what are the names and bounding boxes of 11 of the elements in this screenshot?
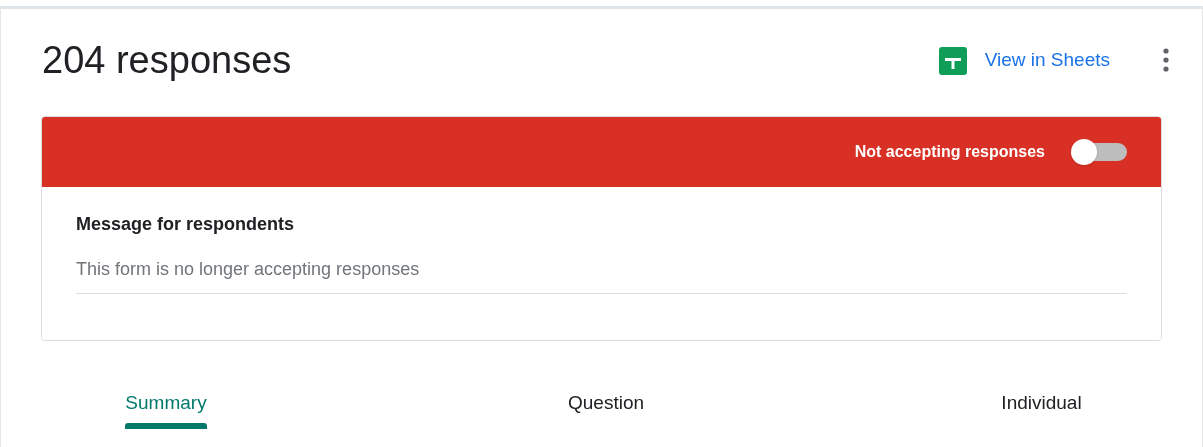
view-in-sheets-link[interactable]: View in Sheets [938,46,1110,75]
tab[interactable]: Individual [881,385,1202,445]
more-options-icon[interactable] [1162,47,1170,74]
page-title: 204 responses [42,38,293,83]
accepting-toggle[interactable] [1071,139,1129,165]
field-label: Message for respondents [76,213,296,236]
tab[interactable]: Summary [1,385,331,445]
tab[interactable]: Question [331,385,881,445]
spreadsheet-icon [938,46,967,75]
message-input-field[interactable]: This form is no longer accepting responses [76,256,1127,294]
status-label: Not accepting responses [854,142,1045,162]
